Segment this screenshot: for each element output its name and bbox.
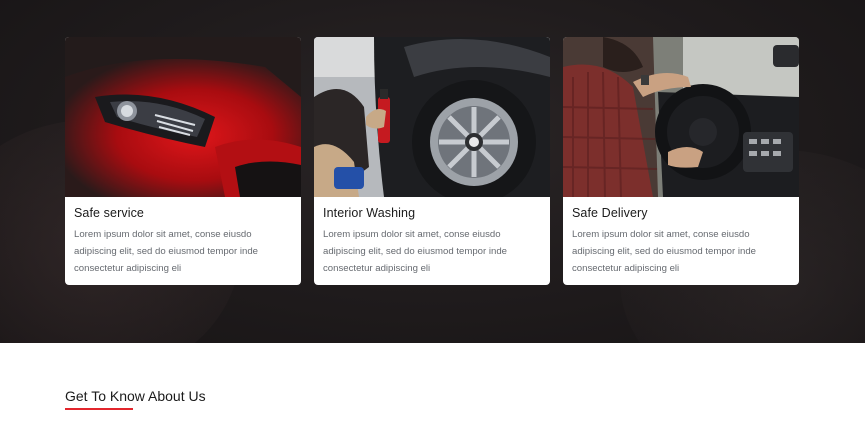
card-title: Safe service bbox=[74, 206, 144, 220]
service-card-interior-washing[interactable]: Interior Washing Lorem ipsum dolor sit a… bbox=[314, 37, 550, 285]
service-card-safe-delivery[interactable]: Safe Delivery Lorem ipsum dolor sit amet… bbox=[563, 37, 799, 285]
wheel-cleaning-image bbox=[314, 37, 550, 197]
card-description: Lorem ipsum dolor sit amet, conse eiusdo… bbox=[74, 229, 258, 274]
card-description: Lorem ipsum dolor sit amet, conse eiusdo… bbox=[572, 229, 756, 274]
red-car-headlight-image bbox=[65, 37, 301, 197]
about-heading: Get To Know About Us bbox=[65, 388, 206, 404]
card-description: Lorem ipsum dolor sit amet, conse eiusdo… bbox=[323, 229, 507, 274]
card-title: Interior Washing bbox=[323, 206, 416, 220]
hero-section: Safe service Lorem ipsum dolor sit amet,… bbox=[0, 0, 865, 343]
driver-steering-wheel-image bbox=[563, 37, 799, 197]
service-card-safe-service[interactable]: Safe service Lorem ipsum dolor sit amet,… bbox=[65, 37, 301, 285]
about-heading-underline bbox=[65, 408, 133, 410]
card-title: Safe Delivery bbox=[572, 206, 648, 220]
